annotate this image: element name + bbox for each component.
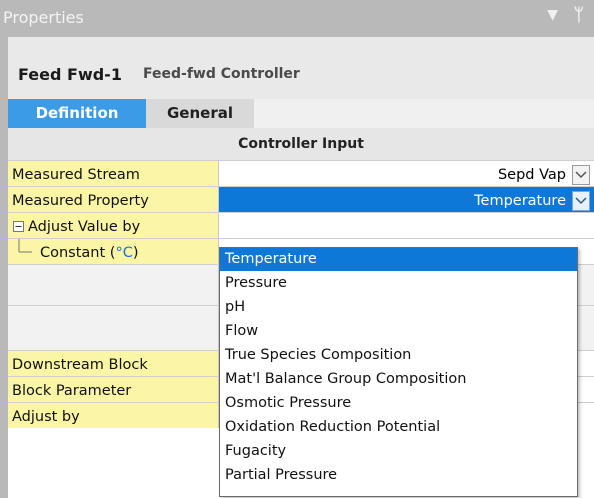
row-adjust-value-by[interactable]: Adjust Value by [8,213,594,239]
constant-label: Constant (°C) [40,245,139,261]
block-parameter-label: Block Parameter [12,383,132,399]
window-title: Properties [3,8,84,27]
pin-icon[interactable]: ᛘ [574,5,584,25]
minus-box-icon[interactable] [13,221,24,232]
measured-stream-label: Measured Stream [12,167,140,183]
block-name: Feed Fwd-1 [18,65,122,84]
chevron-down-icon[interactable] [572,191,590,211]
measured-property-select[interactable]: Temperature [219,187,594,212]
measured-property-label: Measured Property [12,193,149,209]
measured-stream-value: Sepd Vap [497,167,566,183]
constant-unit: °C [115,245,133,261]
properties-titlebar: Properties ▼ ᛘ [0,0,594,37]
option-partial-pressure[interactable]: Partial Pressure [220,464,577,487]
tab-general[interactable]: General [146,99,254,128]
option-oxidation-reduction-potential[interactable]: Oxidation Reduction Potential [220,416,577,439]
option-pressure[interactable]: Pressure [220,272,577,295]
option-osmotic-pressure[interactable]: Osmotic Pressure [220,392,577,415]
measured-stream-select[interactable]: Sepd Vap [219,161,594,186]
block-header: Feed Fwd-1 Feed-fwd Controller [8,37,594,99]
option-flow[interactable]: Flow [220,320,577,343]
option-matl-balance-group-composition[interactable]: Mat'l Balance Group Composition [220,368,577,391]
option-true-species-composition[interactable]: True Species Composition [220,344,577,367]
adjust-by-label: Adjust by [12,409,80,425]
option-fugacity[interactable]: Fugacity [220,440,577,463]
block-type: Feed-fwd Controller [143,66,300,82]
option-temperature[interactable]: Temperature [220,248,577,271]
chevron-down-icon[interactable] [572,165,590,185]
menu-chevron-down-icon[interactable]: ▼ [547,7,558,23]
measured-property-dropdown-list: Temperature Pressure pH Flow True Specie… [219,247,578,497]
tree-branch-icon [18,239,32,253]
window-edge [0,37,8,498]
measured-property-value: Temperature [474,193,566,209]
downstream-block-label: Downstream Block [12,357,148,373]
option-ph[interactable]: pH [220,296,577,319]
adjust-value-by-label: Adjust Value by [28,219,141,235]
section-controller-input: Controller Input [8,128,594,161]
row-measured-property[interactable]: Measured Property Temperature [8,187,594,213]
tab-definition[interactable]: Definition [8,99,146,128]
row-measured-stream[interactable]: Measured Stream Sepd Vap [8,161,594,187]
tab-bar: Definition General [8,99,594,128]
